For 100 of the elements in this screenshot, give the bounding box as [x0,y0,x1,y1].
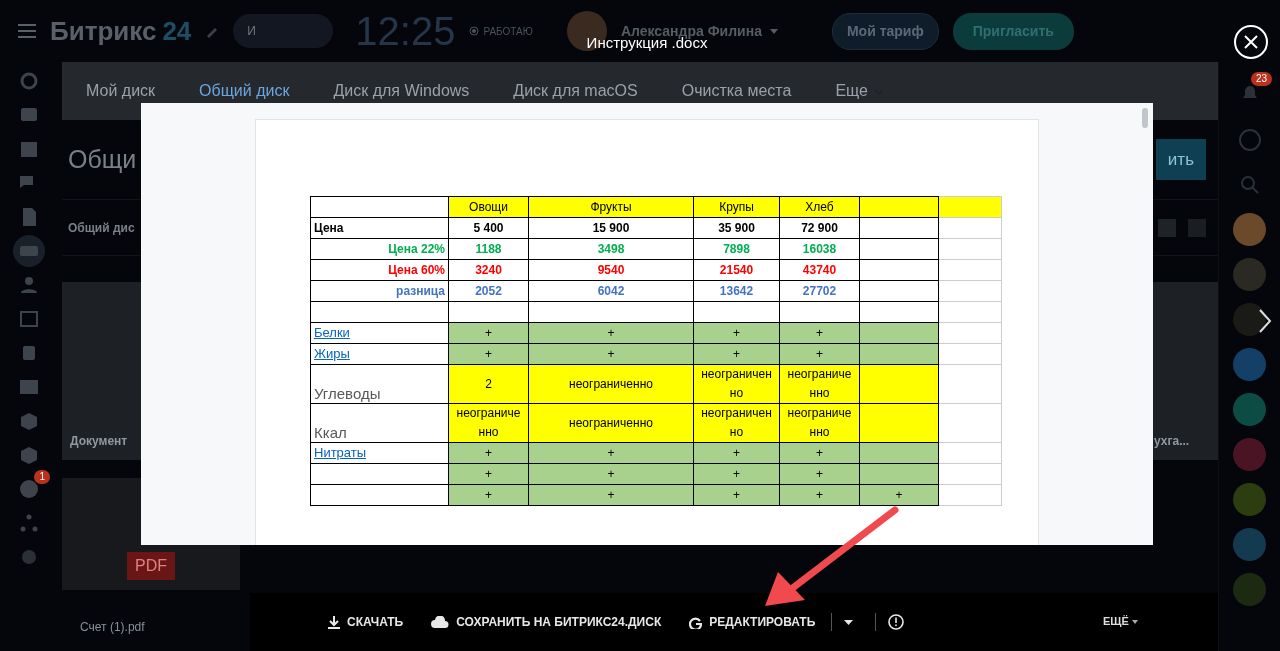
breadcrumb[interactable]: Общий дис [68,218,135,237]
table-cell [938,259,1002,281]
table-cell: Цена [310,217,449,239]
group-icon[interactable] [1233,483,1266,516]
tab[interactable]: Общий диск [199,79,290,103]
table-cell: Углеводы [310,364,449,404]
table-cell: 16038 [779,238,860,260]
g-logo-icon [689,615,703,629]
group-icon[interactable] [18,274,40,296]
table-cell: неограниченно [528,364,694,404]
dropdown-button[interactable] [831,613,854,631]
caret-icon [1132,619,1138,624]
tile-view-icon[interactable] [1188,218,1206,237]
group-chat-icon[interactable] [1233,348,1266,381]
table-cell: неограничен но [693,403,780,443]
edit-button[interactable]: РЕДАКТИРОВАТЬ [689,613,816,631]
table-cell [938,280,1002,302]
table-cell: 35 900 [693,217,780,239]
file-name: Документ [70,433,129,450]
more-button[interactable]: ЕЩЁ [1103,612,1138,629]
tab[interactable]: Диск для macOS [513,79,638,103]
table-cell: неограниче нно [779,403,860,443]
table-cell: неограниче нно [448,403,529,443]
info-icon [888,614,905,630]
link[interactable]: Жиры [314,346,350,361]
close-icon [1244,35,1258,49]
table-cell [938,238,1002,260]
download-button[interactable]: СКАЧАТЬ [328,613,404,631]
download-icon [328,615,340,629]
table-cell [938,442,1002,464]
status-text: РАБОТАЮ [483,24,533,39]
table-cell: разница [310,280,449,302]
notification-badge: 1 [34,470,50,484]
table-cell: 3240 [448,259,529,281]
table-cell: неограниченно [528,403,694,443]
tariff-button[interactable]: Мой тариф [831,12,939,50]
logo: Битрикс 24 [50,14,192,48]
window-icon[interactable] [18,308,40,330]
menu-icon[interactable] [18,24,36,38]
close-button[interactable] [1234,25,1268,59]
create-button[interactable]: ить [1155,138,1206,181]
page-title: Общи [68,143,137,175]
tab[interactable]: Еще [835,79,884,103]
scrollbar-thumb[interactable] [1142,108,1148,128]
box-icon[interactable] [18,410,40,432]
table-cell [938,196,1002,218]
tab[interactable]: Мой диск [86,79,156,103]
group-icon[interactable] [1233,438,1266,471]
box-icon[interactable] [18,444,40,466]
table-cell: Ккал [310,403,449,443]
avatar[interactable] [1233,303,1266,336]
file-name: ухга... [1154,433,1191,450]
file-card[interactable]: ухга... [1150,282,1218,460]
table-cell [938,301,1002,323]
notification-badge: 23 [1250,72,1272,86]
table-cell: 9540 [528,259,694,281]
table-cell: Крупы [693,196,780,218]
clock: 12:25 [355,8,456,55]
status-icon [469,26,480,36]
group-icon[interactable] [1233,393,1266,426]
table-cell: 5 400 [448,217,529,239]
search-field[interactable]: И [233,14,334,48]
table-cell: 7898 [693,238,780,260]
table-cell [938,322,1002,344]
info-button[interactable] [875,613,905,631]
table-cell: 43740 [779,259,860,281]
table-cell: 15 900 [528,217,694,239]
chevron-right-icon [1258,308,1272,334]
table-cell [938,343,1002,365]
table-cell: 6042 [528,280,694,302]
caret-icon [769,28,778,34]
table-cell: 72 900 [779,217,860,239]
table-cell: Фрукты [528,196,694,218]
grid-view-icon[interactable] [1158,218,1176,237]
tree-icon[interactable] [18,512,40,534]
table-cell: 21540 [693,259,780,281]
caret-icon [844,619,854,625]
table-cell: 2052 [448,280,529,302]
save-button[interactable]: СОХРАНИТЬ НА БИТРИКС24.ДИСК [431,613,662,631]
table-cell: Овощи [448,196,529,218]
tab[interactable]: Очистка места [681,79,792,103]
file-name: Счет (1).pdf [80,619,145,636]
tab[interactable]: Диск для Windows [333,79,470,103]
cloud-icon [431,615,450,629]
table-cell: 2 [448,364,529,404]
next-button[interactable] [1258,308,1272,334]
link[interactable]: Белки [314,325,350,340]
table-cell: Хлеб [779,196,860,218]
table-cell: 13642 [693,280,780,302]
link[interactable]: Нитраты [314,445,367,460]
drive-icon[interactable] [13,235,45,267]
table-cell [938,364,1002,404]
device-icon[interactable] [1233,528,1266,561]
table-cell: 1188 [448,238,529,260]
table-cell: Цена 60% [310,259,449,281]
table-cell: Цена 22% [310,238,449,260]
table-cell [938,403,1002,443]
table-cell: 27702 [779,280,860,302]
table-cell [938,484,1002,506]
table-cell: 3498 [528,238,694,260]
